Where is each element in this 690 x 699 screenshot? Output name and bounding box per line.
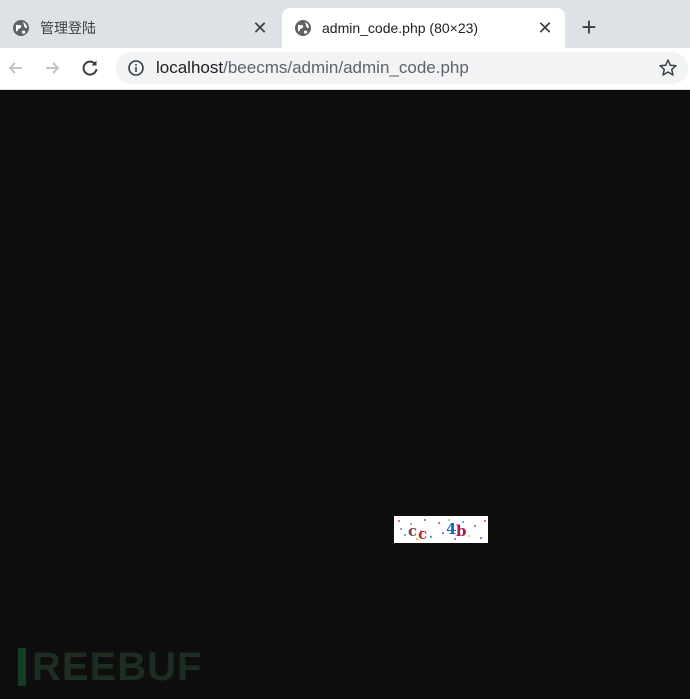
url-text[interactable]: localhost/beecms/admin/admin_code.php xyxy=(156,58,654,78)
star-icon[interactable] xyxy=(654,54,682,82)
info-icon[interactable] xyxy=(126,58,146,78)
page-viewport: c c 4 b REEBUF xyxy=(0,90,690,699)
globe-icon xyxy=(12,19,30,37)
globe-icon xyxy=(294,19,312,37)
reload-icon xyxy=(82,60,98,76)
captcha-char: 4 xyxy=(446,520,457,538)
tab-title: 管理登陆 xyxy=(40,20,96,36)
freebuf-watermark: REEBUF xyxy=(18,645,202,689)
tab-title: admin_code.php (80×23) xyxy=(322,20,479,36)
arrow-left-icon xyxy=(8,62,22,74)
forward-button[interactable] xyxy=(38,54,66,82)
captcha-char: c xyxy=(418,525,428,543)
tab-admin-code[interactable]: admin_code.php (80×23) ✕ xyxy=(282,8,565,48)
captcha-char: b xyxy=(456,522,467,540)
back-button[interactable] xyxy=(2,54,30,82)
url-host: localhost xyxy=(156,58,224,77)
close-icon[interactable]: ✕ xyxy=(248,16,272,40)
close-icon[interactable]: ✕ xyxy=(533,16,557,40)
tab-strip: 管理登陆 ✕ admin_code.php (80×23) ✕ + xyxy=(0,0,690,48)
browser-window: 管理登陆 ✕ admin_code.php (80×23) ✕ + localh… xyxy=(0,0,690,699)
captcha-image: c c 4 b xyxy=(394,516,488,543)
toolbar: localhost/beecms/admin/admin_code.php xyxy=(0,48,690,90)
url-path: /beecms/admin/admin_code.php xyxy=(223,58,469,77)
address-bar[interactable]: localhost/beecms/admin/admin_code.php xyxy=(116,52,688,84)
captcha-char: c xyxy=(408,522,418,540)
watermark-text: REEBUF xyxy=(32,644,203,689)
reload-button[interactable] xyxy=(76,54,104,82)
tab-login[interactable]: 管理登陆 ✕ xyxy=(0,8,280,48)
arrow-right-icon xyxy=(46,62,60,74)
watermark-logo-bar xyxy=(18,648,26,686)
new-tab-button[interactable]: + xyxy=(574,12,604,42)
